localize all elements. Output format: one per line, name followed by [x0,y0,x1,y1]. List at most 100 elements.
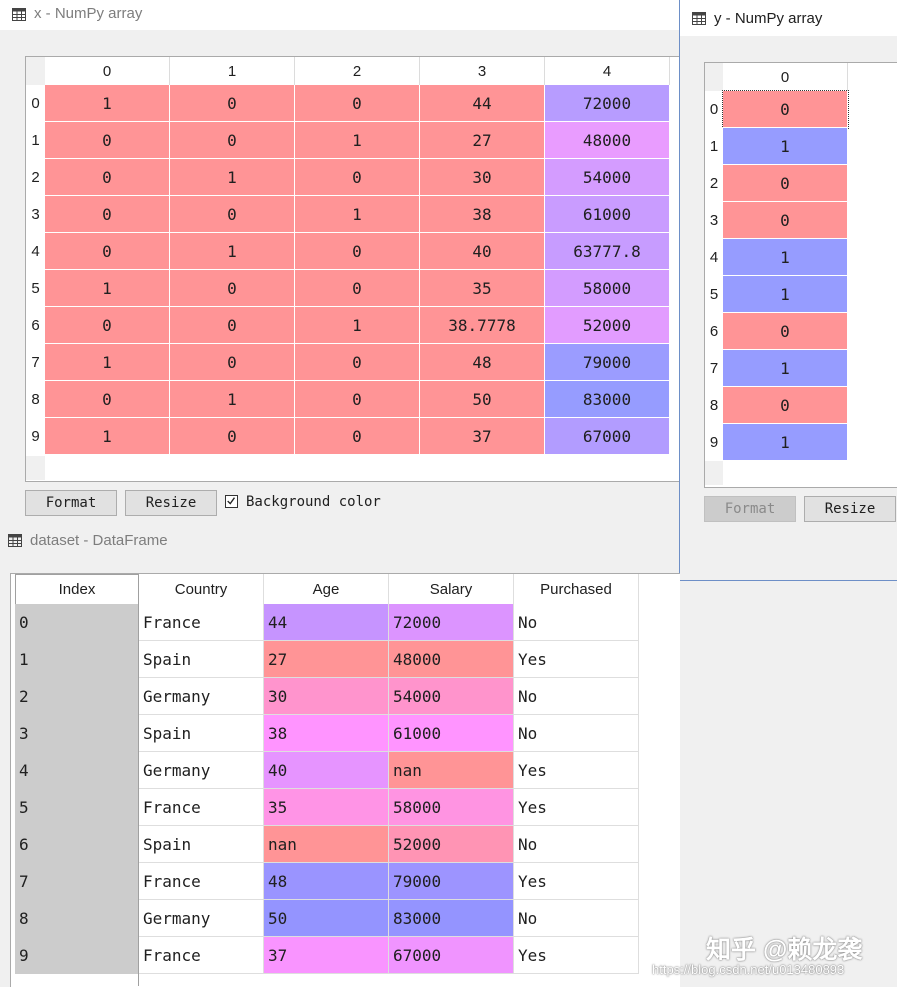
x-array-cell[interactable]: 27 [420,122,545,159]
y-array-cell[interactable]: 1 [723,276,848,313]
x-array-cell[interactable]: 35 [420,270,545,307]
y-row-header[interactable]: 7 [705,350,723,387]
x-array-cell[interactable]: 0 [295,418,420,455]
df-salary-cell[interactable]: 48000 [389,641,514,678]
x-row-header[interactable]: 2 [26,159,45,196]
df-window-titlebar[interactable]: dataset - DataFrame [0,522,679,558]
df-age-cell[interactable]: nan [264,826,389,863]
df-index-cell[interactable]: 5 [15,789,139,826]
x-array-cell[interactable]: 0 [45,233,170,270]
y-resize-button[interactable]: Resize [804,496,896,522]
df-salary-cell[interactable]: nan [389,752,514,789]
x-array-cell[interactable]: 48 [420,344,545,381]
x-array-cell[interactable]: 38.7778 [420,307,545,344]
df-country-cell[interactable]: France [139,604,264,641]
y-col-header[interactable]: 0 [723,63,848,91]
df-country-cell[interactable]: Spain [139,826,264,863]
x-resize-button[interactable]: Resize [125,490,217,516]
x-array-cell[interactable]: 0 [295,85,420,122]
x-row-header[interactable]: 3 [26,196,45,233]
x-col-header[interactable]: 0 [45,57,170,85]
df-country-cell[interactable]: Germany [139,900,264,937]
x-row-header[interactable]: 7 [26,344,45,381]
df-age-cell[interactable]: 30 [264,678,389,715]
df-salary-cell[interactable]: 79000 [389,863,514,900]
y-array-cell[interactable]: 0 [723,313,848,350]
x-row-header[interactable]: 4 [26,233,45,270]
x-array-cell[interactable]: 48000 [545,122,670,159]
x-array-cell[interactable]: 67000 [545,418,670,455]
df-salary-cell[interactable]: 52000 [389,826,514,863]
y-row-header[interactable]: 4 [705,239,723,276]
x-col-header[interactable]: 1 [170,57,295,85]
df-country-cell[interactable]: Spain [139,641,264,678]
x-array-cell[interactable]: 1 [170,159,295,196]
df-salary-cell[interactable]: 67000 [389,937,514,974]
x-array-cell[interactable]: 72000 [545,85,670,122]
df-salary-cell[interactable]: 83000 [389,900,514,937]
x-array-cell[interactable]: 0 [170,307,295,344]
x-array-cell[interactable]: 0 [45,307,170,344]
y-array-cell[interactable]: 0 [723,202,848,239]
df-age-cell[interactable]: 38 [264,715,389,752]
y-array-cell[interactable]: 1 [723,128,848,165]
df-purchased-cell[interactable]: Yes [514,752,639,789]
y-array-cell[interactable]: 1 [723,239,848,276]
df-index-cell[interactable]: 0 [15,604,139,641]
df-index-cell[interactable]: 9 [15,937,139,974]
x-array-cell[interactable]: 0 [170,270,295,307]
x-col-header[interactable]: 4 [545,57,670,85]
x-row-header[interactable]: 0 [26,85,45,122]
x-array-cell[interactable]: 0 [295,233,420,270]
y-row-header[interactable]: 6 [705,313,723,350]
x-window-titlebar[interactable]: x - NumPy array [0,0,700,30]
y-row-header[interactable]: 9 [705,424,723,461]
df-age-cell[interactable]: 44 [264,604,389,641]
df-salary-cell[interactable]: 54000 [389,678,514,715]
df-age-cell[interactable]: 37 [264,937,389,974]
x-array-cell[interactable]: 63777.8 [545,233,670,270]
df-col-header[interactable]: Index [15,574,139,604]
df-index-cell[interactable]: 7 [15,863,139,900]
x-format-button[interactable]: Format [25,490,117,516]
x-array-cell[interactable]: 54000 [545,159,670,196]
x-array-cell[interactable]: 0 [295,381,420,418]
x-array-cell[interactable]: 1 [295,307,420,344]
x-row-header[interactable]: 1 [26,122,45,159]
x-array-cell[interactable]: 0 [170,344,295,381]
x-array-cell[interactable]: 40 [420,233,545,270]
df-index-cell[interactable]: 4 [15,752,139,789]
x-array-cell[interactable]: 1 [295,196,420,233]
x-array-cell[interactable]: 83000 [545,381,670,418]
y-row-header[interactable]: 3 [705,202,723,239]
y-row-header[interactable]: 0 [705,91,723,128]
x-array-cell[interactable]: 44 [420,85,545,122]
df-col-header[interactable]: Age [264,574,389,604]
y-array-cell[interactable]: 0 [722,90,849,129]
x-array-cell[interactable]: 1 [295,122,420,159]
df-index-cell[interactable]: 2 [15,678,139,715]
x-row-header[interactable]: 8 [26,381,45,418]
df-col-header[interactable]: Salary [389,574,514,604]
x-array-cell[interactable]: 30 [420,159,545,196]
df-country-cell[interactable]: Germany [139,678,264,715]
df-age-cell[interactable]: 48 [264,863,389,900]
df-age-cell[interactable]: 27 [264,641,389,678]
x-array-cell[interactable]: 1 [170,233,295,270]
y-array-cell[interactable]: 1 [723,350,848,387]
df-col-header[interactable]: Purchased [514,574,639,604]
y-format-button[interactable]: Format [704,496,796,522]
df-country-cell[interactable]: Spain [139,715,264,752]
df-purchased-cell[interactable]: No [514,826,639,863]
y-row-header[interactable]: 5 [705,276,723,313]
df-country-cell[interactable]: France [139,863,264,900]
df-salary-cell[interactable]: 58000 [389,789,514,826]
x-array-cell[interactable]: 37 [420,418,545,455]
x-array-cell[interactable]: 0 [45,196,170,233]
df-col-header[interactable]: Country [139,574,264,604]
x-array-cell[interactable]: 1 [45,344,170,381]
x-array-cell[interactable]: 0 [45,159,170,196]
df-purchased-cell[interactable]: No [514,715,639,752]
df-age-cell[interactable]: 50 [264,900,389,937]
x-array-cell[interactable]: 1 [45,85,170,122]
